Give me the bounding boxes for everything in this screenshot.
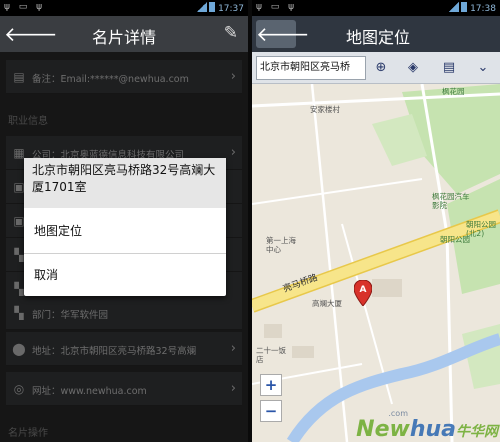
map-label-fandian: 二十一饭店 xyxy=(256,346,286,364)
map-canvas xyxy=(252,84,500,442)
map-label-fenghuayuan-car: 枫花园汽车影院 xyxy=(432,192,470,210)
title-bar: 🡐 地图定位 xyxy=(252,16,500,52)
watermark-logo: Newhua牛华网 xyxy=(356,417,498,442)
map-view[interactable]: 安家楼村 枫花园 枫花园汽车影院 朝阳公园 朝阳公园(北2) 第一上海中心 亮马… xyxy=(252,84,500,442)
signal-icon xyxy=(449,2,460,12)
location-marker-icon[interactable]: A xyxy=(354,280,372,306)
clock: 17:37 xyxy=(218,4,244,14)
back-arrow-icon[interactable]: 🡐 xyxy=(256,20,310,48)
battery-icon xyxy=(209,2,216,12)
search-input[interactable]: 北京市朝阳区亮马桥 xyxy=(256,56,366,80)
map-label-diyi-shanghai: 第一上海中心 xyxy=(266,236,296,254)
layers-icon[interactable]: ◈ xyxy=(402,57,424,79)
context-dialog: 北京市朝阳区亮马桥路32号高斓大厦1701室 地图定位 取消 xyxy=(24,158,226,296)
notification-icons: ψ ▭ ψ xyxy=(4,2,46,12)
dropdown-circle-icon[interactable]: ⌄ xyxy=(472,57,494,79)
zoom-out-button[interactable]: − xyxy=(260,400,282,422)
status-bar: ψ ▭ ψ 17:38 xyxy=(252,0,500,16)
map-label-fenghuayuan: 枫花园 xyxy=(442,87,465,96)
cancel-option[interactable]: 取消 xyxy=(24,254,226,296)
my-location-icon[interactable]: ⊕ xyxy=(370,57,392,79)
dialog-address: 北京市朝阳区亮马桥路32号高斓大厦1701室 xyxy=(24,158,226,208)
edit-pencil-icon[interactable]: ✎ xyxy=(224,23,238,43)
signal-icon xyxy=(197,2,208,12)
battery-icon xyxy=(461,2,468,12)
map-toolbar: 北京市朝阳区亮马桥 ⊕ ◈ ▤ ⌄ xyxy=(252,52,500,84)
page-title: 地图定位 xyxy=(346,28,411,47)
map-label-chaoyang-park-n: 朝阳公园(北2) xyxy=(466,220,496,238)
title-bar: 🡐 名片详情 ✎ xyxy=(0,16,248,52)
zoom-in-button[interactable]: + xyxy=(260,374,282,396)
contact-detail-screen: ψ ▭ ψ 17:37 🡐 名片详情 ✎ ▤ 备注：Email:******@n… xyxy=(0,0,248,442)
map-locate-option[interactable]: 地图定位 xyxy=(24,210,226,252)
page-title: 名片详情 xyxy=(91,28,156,47)
map-label-anjiali: 安家楼村 xyxy=(310,105,340,114)
notification-icons: ψ ▭ ψ xyxy=(256,2,298,12)
list-icon[interactable]: ▤ xyxy=(438,57,460,79)
status-bar: ψ ▭ ψ 17:37 xyxy=(0,0,248,16)
map-label-gaolan: 高斓大厦 xyxy=(312,299,342,308)
clock: 17:38 xyxy=(470,4,496,14)
marker-label: A xyxy=(360,285,367,295)
map-locate-screen: ψ ▭ ψ 17:38 🡐 地图定位 北京市朝阳区亮马桥 ⊕ ◈ ▤ ⌄ 安家楼… xyxy=(252,0,500,442)
